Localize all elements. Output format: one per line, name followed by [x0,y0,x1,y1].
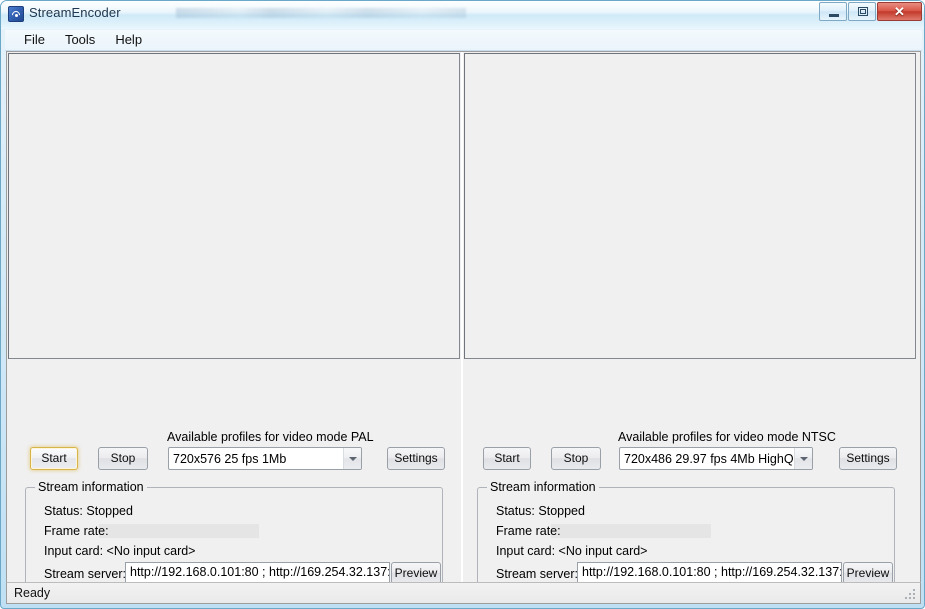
pal-stream-server-label: Stream server: [44,567,126,581]
ntsc-stream-information-group: Stream information Status: Stopped Frame… [477,480,895,587]
pal-status-text: Status: Stopped [44,504,133,518]
minimize-icon [829,14,839,17]
status-bar-text: Ready [14,586,51,600]
ntsc-input-card-text: Input card: <No input card> [496,544,648,558]
pal-stream-information-group: Stream information Status: Stopped Frame… [25,480,443,587]
chevron-down-icon[interactable] [794,448,812,469]
ntsc-status-text: Status: Stopped [496,504,585,518]
ntsc-frame-rate-value-band [551,524,711,538]
pal-frame-rate-label: Frame rate: [44,524,109,538]
ntsc-start-button[interactable]: Start [483,447,531,470]
pal-preview-button[interactable]: Preview [391,562,441,584]
pal-stop-button[interactable]: Stop [98,447,148,470]
ntsc-stream-information-title: Stream information [487,480,599,494]
pal-stream-server-input[interactable]: http://192.168.0.101:80 ; http://169.254… [125,562,390,583]
application-window: StreamEncoder ✕ File Tools Help Availabl… [0,0,925,609]
ntsc-stream-server-label: Stream server: [496,567,578,581]
window-title: StreamEncoder [29,5,121,20]
ntsc-preview-button[interactable]: Preview [843,562,893,584]
ntsc-stop-button[interactable]: Stop [551,447,601,470]
ntsc-stream-server-input[interactable]: http://192.168.0.101:80 ; http://169.254… [577,562,842,583]
pal-profile-selected-value: 720x576 25 fps 1Mb [173,451,287,466]
pal-start-button[interactable]: Start [30,447,78,470]
close-button[interactable]: ✕ [877,2,922,21]
pal-profile-combobox[interactable]: 720x576 25 fps 1Mb [168,447,362,470]
maximize-button[interactable] [848,2,876,21]
menu-item-tools[interactable]: Tools [56,31,104,49]
ntsc-video-preview[interactable] [464,53,916,359]
title-bar-watermark [176,8,466,18]
pal-video-preview[interactable] [8,53,460,359]
ntsc-profile-selected-value: 720x486 29.97 fps 4Mb HighQuality [624,451,794,466]
menu-item-file[interactable]: File [15,31,54,49]
client-area: Available profiles for video mode PAL St… [6,51,921,587]
chevron-down-icon[interactable] [343,448,361,469]
ntsc-frame-rate-label: Frame rate: [496,524,561,538]
menu-bar: File Tools Help [5,30,922,51]
window-controls: ✕ [818,2,922,21]
pal-profiles-label: Available profiles for video mode PAL [167,430,374,444]
minimize-button[interactable] [819,2,847,21]
close-icon: ✕ [894,4,905,19]
menu-item-help[interactable]: Help [106,31,151,49]
maximize-icon [858,7,868,16]
pal-panel: Available profiles for video mode PAL St… [7,52,461,587]
resize-grip[interactable] [905,589,917,601]
pal-frame-rate-value-band [99,524,259,538]
ntsc-panel: Available profiles for video mode NTSC S… [463,52,917,587]
title-bar: StreamEncoder ✕ [1,1,924,29]
pal-input-card-text: Input card: <No input card> [44,544,196,558]
pal-settings-button[interactable]: Settings [387,447,445,470]
ntsc-settings-button[interactable]: Settings [839,447,897,470]
status-bar: Ready [6,582,921,604]
pal-stream-information-title: Stream information [35,480,147,494]
ntsc-profile-combobox[interactable]: 720x486 29.97 fps 4Mb HighQuality [619,447,813,470]
broadcast-icon [8,6,24,22]
ntsc-profiles-label: Available profiles for video mode NTSC [618,430,836,444]
